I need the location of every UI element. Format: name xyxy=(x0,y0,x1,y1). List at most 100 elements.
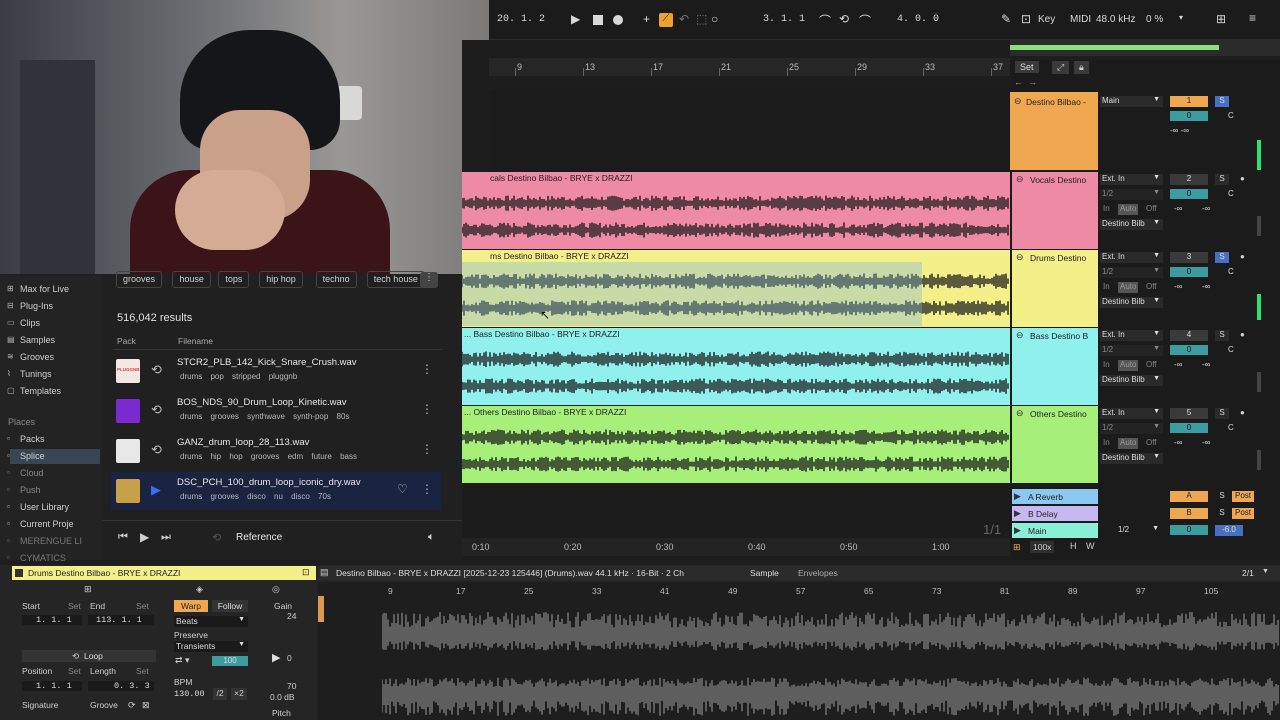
file-name[interactable]: BOS_NDS_90_Drum_Loop_Kinetic.wav xyxy=(177,397,347,408)
file-tags[interactable]: drums grooves synthwave synth-pop 80s xyxy=(180,412,349,421)
clip-label[interactable]: cals Destino Bilbao - BRYE x DRAZZI xyxy=(490,173,633,183)
solo-button[interactable]: S xyxy=(1215,252,1229,263)
w-button[interactable]: W xyxy=(1086,541,1095,551)
places-item-push[interactable]: ▫ Push xyxy=(7,485,41,495)
monitor-in-button[interactable]: In xyxy=(1103,360,1110,371)
track-title[interactable]: Drums Destino xyxy=(1030,253,1098,263)
clip-title-bar[interactable]: Drums Destino Bilbao - BRYE x DRAZZI ⊡ xyxy=(12,566,316,580)
midi-map-label[interactable]: MIDI xyxy=(1070,14,1091,25)
file-row[interactable]: ▶ DSC_PCH_100_drum_loop_iconic_dry.wav dru… xyxy=(111,472,441,510)
send-b[interactable]: -∞ xyxy=(1202,282,1222,293)
monitor-off-button[interactable]: Off xyxy=(1146,282,1157,293)
return-track-header[interactable] xyxy=(1012,523,1098,538)
track-fold-icon[interactable]: ⊖ xyxy=(1016,408,1024,419)
file-row[interactable]: PLUGGNB ⟲ STCR2_PLB_142_Kick_Snare_Crush.w… xyxy=(111,352,441,390)
track-fold-icon[interactable]: ⊖ xyxy=(1016,252,1024,263)
warp-mode-select[interactable]: Beats ▼ xyxy=(174,616,248,627)
track-volume[interactable]: 0 xyxy=(1170,423,1208,433)
cpu-menu-icon[interactable]: ▾ xyxy=(1179,13,1183,22)
file-name[interactable]: GANZ_drum_loop_28_113.wav xyxy=(177,437,309,448)
h-button[interactable]: H xyxy=(1070,541,1077,551)
loop-mode-icon[interactable]: ⇄ ▾ xyxy=(175,655,190,666)
file-menu-icon[interactable]: ⋮ xyxy=(421,362,433,376)
return-title[interactable]: A Reverb xyxy=(1028,492,1063,502)
start-set-button[interactable]: Set xyxy=(68,601,81,611)
preserve-select[interactable]: Transients ▼ xyxy=(174,641,248,652)
solo-button[interactable]: S xyxy=(1215,408,1229,419)
output-select[interactable]: Destino Bilb ▼ xyxy=(1100,297,1163,308)
loop-length[interactable]: 4. 0. 0 xyxy=(897,14,939,25)
places-item-current-proje[interactable]: ▫ Current Proje xyxy=(7,519,74,529)
group-track-number[interactable]: 1 xyxy=(1170,96,1208,107)
track-pan[interactable]: C xyxy=(1228,423,1240,434)
solo-button[interactable]: S xyxy=(1215,330,1229,341)
send-a[interactable]: -∞ xyxy=(1174,438,1194,449)
return-letter[interactable]: B xyxy=(1170,508,1208,519)
arrangement-clip-2[interactable]: ms Destino Bilbao - BRYE x DRAZZI ↖ xyxy=(462,250,1010,327)
file-menu-icon[interactable]: ⋮ xyxy=(421,482,433,496)
filter-chip[interactable]: techno xyxy=(315,271,357,288)
monitor-auto-button[interactable]: Auto xyxy=(1118,360,1139,371)
filter-more-icon[interactable]: ⋮ xyxy=(420,272,438,288)
length-field[interactable]: 0. 3. 3 xyxy=(88,681,154,691)
computer-midi-icon[interactable]: ⊞ xyxy=(1216,12,1226,26)
file-row[interactable]: ⟲ GANZ_drum_loop_28_113.wav drums hip hop … xyxy=(111,432,441,470)
clip-label[interactable]: ... Bass Destino Bilbao - BRYE x DRAZZI xyxy=(464,329,620,339)
zoom-icon[interactable]: ⊞ xyxy=(1013,542,1021,553)
end-field[interactable]: 113. 1. 1 xyxy=(88,615,154,625)
envelope-field[interactable]: 100 xyxy=(212,656,248,666)
song-position[interactable]: 20. 1. 2 xyxy=(497,14,545,25)
tab-sample[interactable]: Sample xyxy=(750,568,779,578)
filter-chip[interactable]: house xyxy=(172,271,211,288)
set-button[interactable]: Set xyxy=(1015,61,1039,73)
file-tags[interactable]: drums pop stripped pluggnb xyxy=(180,372,297,381)
monitor-auto-button[interactable]: Auto xyxy=(1118,282,1139,293)
empty-lanes[interactable] xyxy=(462,484,1010,540)
return-post-button[interactable]: Post xyxy=(1232,491,1254,502)
return-fold-icon[interactable]: ▶ xyxy=(1014,525,1021,536)
previous-icon[interactable]: ⏮ xyxy=(118,531,128,544)
input-channel-select[interactable]: 1/2 ▼ xyxy=(1100,345,1163,356)
column-pack[interactable]: Pack xyxy=(117,336,136,346)
return-solo-button[interactable]: S xyxy=(1215,508,1229,519)
column-filename[interactable]: Filename xyxy=(178,336,213,346)
time-ruler[interactable]: 0:10 0:20 0:30 0:40 0:50 1:00 xyxy=(462,538,1010,556)
clip-edit-icon[interactable]: ◎ xyxy=(272,584,280,595)
loop-start[interactable]: 3. 1. 1 xyxy=(763,14,805,25)
scroll-left-icon[interactable]: ← xyxy=(1014,77,1023,87)
group-sends[interactable]: -∞ -∞ xyxy=(1170,126,1230,137)
sidebar-item-grooves[interactable]: ≋ Grooves xyxy=(7,352,54,362)
track-number[interactable]: 2 xyxy=(1170,174,1208,185)
group-solo-button[interactable]: S xyxy=(1215,96,1229,107)
group-fold-icon[interactable]: ⊖ xyxy=(1014,96,1022,107)
clip-label[interactable]: ms Destino Bilbao - BRYE x DRAZZI xyxy=(490,251,629,261)
group-track-lane[interactable] xyxy=(489,90,1010,172)
play-icon[interactable]: ▶ xyxy=(571,12,580,26)
track-title[interactable]: Bass Destino B xyxy=(1030,331,1098,341)
start-marker[interactable] xyxy=(318,596,324,622)
input-type-select[interactable]: Ext. In ▼ xyxy=(1100,174,1163,185)
send-b[interactable]: -∞ xyxy=(1202,438,1222,449)
clip-activator-icon[interactable] xyxy=(15,569,23,577)
filter-chip[interactable]: tech house xyxy=(366,271,425,288)
file-row[interactable]: ⟲ BOS_NDS_90_Drum_Loop_Kinetic.wav drums g… xyxy=(111,392,441,430)
stop-icon[interactable] xyxy=(593,15,603,25)
zoom-value[interactable]: 100x xyxy=(1030,541,1055,553)
places-item-splice[interactable]: ▫ Splice xyxy=(7,451,45,461)
groove-commit-icon[interactable]: ⊠ xyxy=(142,700,150,711)
places-item-user-library[interactable]: ▫ User Library xyxy=(7,502,69,512)
group-pan[interactable]: C xyxy=(1228,111,1240,122)
clip-label[interactable]: ... Others Destino Bilbao - BRYE x DRAZZ… xyxy=(464,407,626,417)
output-select[interactable]: Destino Bilb ▼ xyxy=(1100,219,1163,230)
filter-chip[interactable]: hip hop xyxy=(259,271,303,288)
draw-mode-icon[interactable]: ✎ xyxy=(1001,12,1011,26)
track-number[interactable]: 4 xyxy=(1170,330,1208,341)
sidebar-item-plug-ins[interactable]: ⊟ Plug-Ins xyxy=(7,301,53,311)
clip-close-icon[interactable]: ⊡ xyxy=(302,567,310,578)
solo-button[interactable]: S xyxy=(1215,174,1229,185)
main-volume[interactable]: -6.0 xyxy=(1215,525,1243,536)
group-track-title[interactable]: Destino Bilbao - xyxy=(1026,97,1111,107)
return-post-button[interactable]: Post xyxy=(1232,508,1254,519)
gain-slider-icon[interactable]: ▶ xyxy=(272,651,280,664)
arm-record-icon[interactable]: ● xyxy=(1240,330,1245,339)
